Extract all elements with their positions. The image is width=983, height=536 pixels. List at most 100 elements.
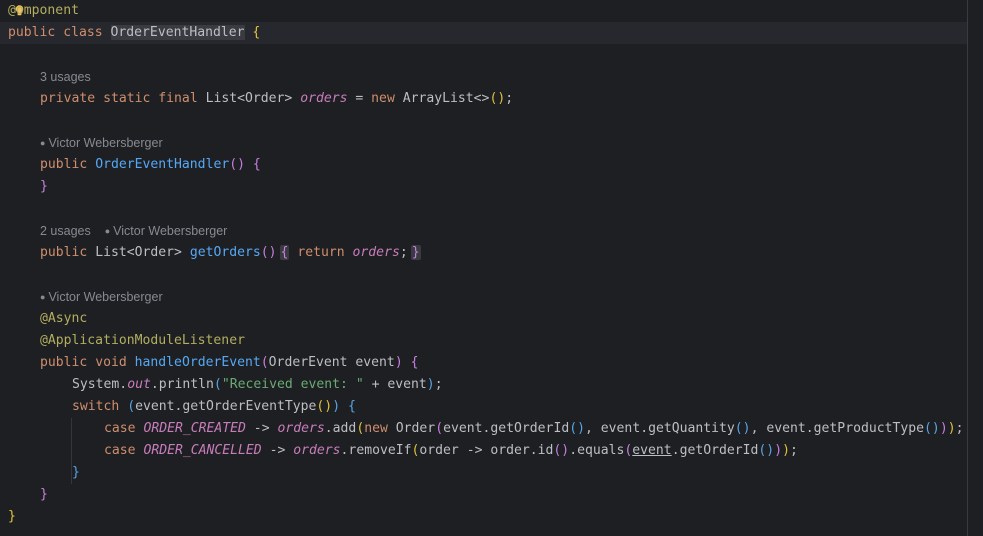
enum-order-created: ORDER_CREATED (143, 421, 246, 436)
param-list: OrderEvent event (268, 355, 395, 370)
code-line-22[interactable]: } (72, 462, 80, 484)
method-handle-order-event[interactable]: handleOrderEvent (135, 355, 261, 370)
parens: () (553, 443, 570, 458)
add-call: .add (324, 421, 357, 436)
order-ctor: Order (395, 421, 436, 436)
remove-if-call: .removeIf (340, 443, 412, 458)
semicolon: ; (789, 443, 798, 458)
parens: () (758, 443, 775, 458)
order-close-paren: ) (939, 421, 948, 436)
code-line-23[interactable]: } (40, 484, 48, 506)
println-call: .println (150, 377, 214, 392)
code-line-17[interactable]: public void handleOrderEvent(OrderEvent … (40, 352, 418, 374)
constructor-open-brace: { (252, 157, 261, 172)
right-margin-guide (967, 0, 968, 536)
inlay-hint-ctor-author[interactable]: ● Victor Webersberger (40, 132, 163, 154)
keyword-public: public (40, 355, 88, 370)
captured-event-variable[interactable]: event (632, 443, 671, 458)
code-line-16[interactable]: @ApplicationModuleListener (40, 330, 245, 352)
keyword-void: void (95, 355, 127, 370)
println-close-paren: ) (426, 377, 435, 392)
equals-call: .equals (569, 443, 625, 458)
get-quantity: event.getQuantity (600, 421, 735, 436)
annotation-async: @Async (40, 311, 88, 326)
order-open-paren: ( (435, 421, 444, 436)
field-orders[interactable]: orders (300, 91, 347, 106)
keyword-public: public (8, 25, 56, 40)
inlay-hint-orders-usages[interactable]: 3 usages (40, 66, 91, 88)
author-label[interactable]: Victor Webersberger (113, 224, 227, 238)
keyword-class: class (63, 25, 103, 40)
println-open-paren: ( (213, 377, 222, 392)
param-close-paren: ) (394, 355, 403, 370)
get-product-type: event.getProductType (766, 421, 925, 436)
constructor-name[interactable]: OrderEventHandler (95, 157, 229, 172)
field-orders[interactable]: orders (353, 245, 400, 260)
code-editor[interactable]: @omponent public class OrderEventHandler… (0, 0, 983, 536)
equals-close-paren: ) (774, 443, 783, 458)
method-getorders[interactable]: getOrders (190, 245, 261, 260)
get-order-id: .getOrderId (671, 443, 759, 458)
field-type: List<Order> (205, 91, 293, 106)
keyword-case: case (104, 421, 136, 436)
semicolon: ; (399, 245, 408, 260)
arraylist-parens: () (489, 91, 506, 106)
arrow: -> (245, 421, 278, 436)
concat-expr: + event (363, 377, 427, 392)
inlay-hint-getorders[interactable]: 2 usages ● Victor Webersberger (40, 220, 227, 242)
method-open-brace: { (410, 355, 419, 370)
return-type: List<Order> (95, 245, 182, 260)
field-orders[interactable]: orders (277, 421, 324, 436)
assign-op: = (347, 91, 372, 106)
class-open-brace: { (252, 25, 261, 40)
annotation-module-listener: @ApplicationModuleListener (40, 333, 245, 348)
static-field-out: out (127, 377, 151, 392)
person-icon: ● (104, 226, 111, 236)
class-name[interactable]: OrderEventHandler (110, 25, 245, 40)
comma: , (750, 421, 767, 436)
author-label[interactable]: Victor Webersberger (48, 136, 162, 150)
annotation-component: omponent (15, 3, 79, 18)
code-line-5[interactable]: private static final List<Order> orders … (40, 88, 513, 110)
code-line-1[interactable]: @omponent (8, 0, 79, 22)
code-line-20[interactable]: case ORDER_CREATED -> orders.add ( new Ord… (104, 418, 963, 440)
usages-label[interactable]: 2 usages (40, 224, 91, 238)
code-line-21[interactable]: case ORDER_CANCELLED -> orders.removeIf (… (104, 440, 798, 462)
usages-label[interactable]: 3 usages (40, 70, 91, 84)
author-label[interactable]: Victor Webersberger (48, 290, 162, 304)
field-orders[interactable]: orders (293, 443, 340, 458)
keyword-return: return (297, 245, 345, 260)
code-line-15[interactable]: @Async (40, 308, 87, 330)
code-line-24[interactable]: } (8, 506, 16, 528)
semicolon: ; (434, 377, 443, 392)
code-line-8[interactable]: public OrderEventHandler() { (40, 154, 261, 176)
parens: () (734, 421, 751, 436)
semicolon: ; (955, 421, 964, 436)
remove-if-close-paren: ) (782, 443, 790, 458)
switch-close-paren: ) (332, 399, 341, 414)
person-icon: ● (40, 138, 46, 148)
lambda-expr: order -> order.id (419, 443, 554, 458)
code-line-12[interactable]: public List<Order> getOrders(){ return o… (40, 242, 421, 264)
semicolon: ; (505, 91, 514, 106)
switch-close-brace: } (72, 465, 80, 480)
switch-inner-parens: () (316, 399, 333, 414)
switch-expr: event.getOrderEventType (135, 399, 317, 414)
code-line-2[interactable]: public class OrderEventHandler { (8, 22, 260, 44)
code-line-19[interactable]: switch (event.getOrderEventType()) { (72, 396, 356, 418)
keyword-new: new (364, 421, 388, 436)
folded-close-brace[interactable]: } (410, 245, 421, 260)
switch-open-brace: { (347, 399, 356, 414)
annotation-at: @ (8, 3, 16, 18)
class-close-brace: } (8, 509, 16, 524)
folded-open-brace[interactable]: { (279, 245, 290, 260)
get-order-id: event.getOrderId (443, 421, 570, 436)
arrow: -> (261, 443, 294, 458)
code-line-18[interactable]: System.out.println("Received event: " + … (72, 374, 443, 396)
inlay-hint-handle-author[interactable]: ● Victor Webersberger (40, 286, 163, 308)
keyword-public: public (40, 157, 88, 172)
code-line-9[interactable]: } (40, 176, 48, 198)
system-class: System. (72, 377, 128, 392)
parens: () (569, 421, 585, 436)
arraylist-type: ArrayList<> (402, 91, 490, 106)
